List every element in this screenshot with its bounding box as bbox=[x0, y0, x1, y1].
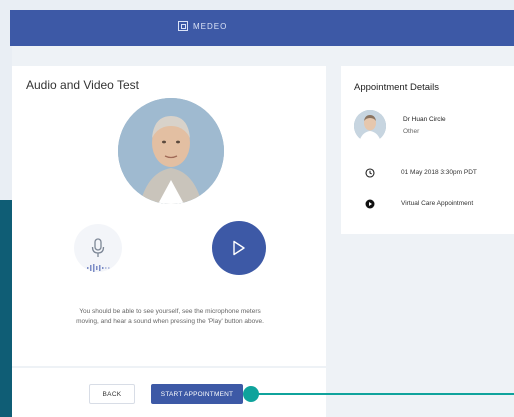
doctor-name: Dr Huan Circle bbox=[403, 116, 446, 123]
test-instructions: You should be able to see yourself, see … bbox=[76, 308, 264, 325]
microphone-icon bbox=[91, 238, 105, 257]
video-icon bbox=[365, 199, 375, 209]
left-accent-bar bbox=[0, 200, 12, 417]
appointment-details-title: Appointment Details bbox=[354, 82, 440, 93]
audio-video-test-card: Audio and Video Test You should be able … bbox=[12, 66, 326, 366]
microphone-level-meter bbox=[87, 264, 110, 272]
brand-logo[interactable]: MEDEO bbox=[178, 21, 227, 31]
card-title: Audio and Video Test bbox=[26, 78, 139, 92]
doctor-specialty: Other bbox=[403, 128, 420, 135]
appointment-details-card: Appointment Details Dr Huan Circle Other… bbox=[341, 66, 514, 234]
doctor-avatar bbox=[354, 110, 386, 142]
appointment-type: Virtual Care Appointment bbox=[401, 200, 474, 207]
play-icon bbox=[233, 240, 245, 256]
back-button[interactable]: BACK bbox=[89, 384, 135, 404]
clock-icon bbox=[365, 168, 375, 178]
appointment-datetime: 01 May 2018 3:30pm PDT bbox=[401, 169, 477, 176]
brand-name: MEDEO bbox=[193, 21, 228, 31]
self-video-preview bbox=[118, 98, 224, 204]
callout-dot bbox=[243, 386, 259, 402]
start-appointment-button[interactable]: START APPOINTMENT bbox=[151, 384, 243, 404]
callout-line bbox=[258, 393, 514, 395]
top-bar: MEDEO bbox=[10, 10, 514, 46]
play-sound-button[interactable] bbox=[212, 221, 266, 275]
logo-icon bbox=[178, 21, 188, 31]
